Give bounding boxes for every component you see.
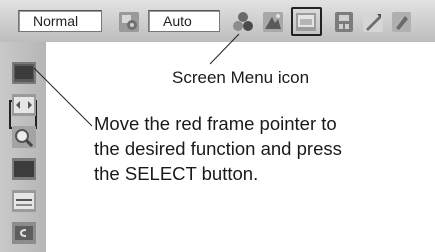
instruction-line-1: Move the red frame pointer to	[94, 113, 337, 134]
instruction-line-2: the desired function and press	[94, 138, 342, 159]
instruction-line-3: the SELECT button.	[94, 163, 259, 184]
screen-menu-label: Screen Menu icon	[172, 68, 310, 87]
pointer-leader-line	[33, 67, 93, 127]
screen-menu-leader-line	[209, 33, 240, 65]
